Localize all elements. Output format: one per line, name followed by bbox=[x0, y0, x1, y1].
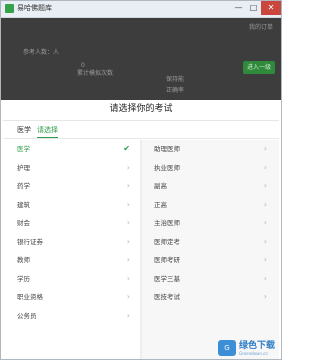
chevron-right-icon: › bbox=[126, 199, 130, 209]
chevron-right-icon: › bbox=[126, 218, 130, 227]
watermark-text: 绿色下载 Greendown.cn bbox=[239, 341, 275, 356]
category-label: 银行证券 bbox=[17, 237, 43, 246]
exam-label: 执业医师 bbox=[154, 163, 180, 172]
chevron-right-icon: › bbox=[126, 310, 130, 320]
exam-item-physician-assessment[interactable]: 医师定考 › bbox=[142, 233, 279, 252]
exam-item-attending-physician[interactable]: 主治医师 › bbox=[142, 214, 279, 233]
exam-selector-dialog: 请选择你的考试 医学 请选择 医学 ✔ 护理 › 药学 › 建筑 › 财会 › … bbox=[3, 100, 279, 359]
chevron-right-icon: › bbox=[263, 162, 267, 172]
exam-item-medical-three-basics[interactable]: 医学三基 › bbox=[142, 270, 279, 289]
exam-item-associate-senior[interactable]: 副高 › bbox=[142, 177, 279, 196]
category-label: 建筑 bbox=[17, 200, 30, 209]
divider bbox=[3, 138, 279, 139]
category-item-banking[interactable]: 银行证券 › bbox=[3, 233, 140, 252]
exam-item-senior[interactable]: 正高 › bbox=[142, 196, 279, 215]
category-label: 教师 bbox=[17, 256, 30, 264]
simulation-count-value: 0 bbox=[81, 62, 85, 69]
category-item-medicine[interactable]: 医学 ✔ bbox=[3, 140, 140, 159]
exam-label: 医技考试 bbox=[154, 293, 180, 301]
category-item-construction[interactable]: 建筑 › bbox=[3, 196, 140, 215]
divider bbox=[3, 120, 279, 121]
chevron-right-icon: › bbox=[263, 292, 267, 301]
chevron-right-icon: › bbox=[263, 273, 267, 283]
category-item-teacher[interactable]: 教师 › bbox=[3, 251, 140, 270]
ability-label: 保持能 bbox=[166, 76, 185, 83]
category-label: 学历 bbox=[17, 274, 30, 283]
exam-list: 助理医师 › 执业医师 › 副高 › 正高 › 主治医师 › 医师定考 › 医师… bbox=[142, 140, 279, 359]
exam-item-assistant-physician[interactable]: 助理医师 › bbox=[142, 140, 279, 159]
chevron-right-icon: › bbox=[126, 273, 130, 283]
chevron-right-icon: › bbox=[126, 255, 130, 264]
chevron-right-icon: › bbox=[126, 236, 130, 246]
enter-button: 进入一级 bbox=[243, 61, 275, 74]
category-label: 职业资格 bbox=[17, 293, 43, 301]
exam-label: 医学三基 bbox=[154, 274, 180, 283]
category-item-civil-service[interactable]: 公务员 › bbox=[3, 307, 140, 326]
category-label: 财会 bbox=[17, 219, 30, 227]
my-orders-link: 我的订单 bbox=[248, 24, 273, 31]
watermark-logo-icon: G bbox=[217, 340, 236, 356]
exam-item-licensed-physician[interactable]: 执业医师 › bbox=[142, 159, 279, 178]
exam-item-medical-technician[interactable]: 医技考试 › bbox=[142, 288, 279, 307]
category-label: 药学 bbox=[17, 182, 30, 190]
category-item-degree[interactable]: 学历 › bbox=[3, 270, 140, 289]
tab-medicine[interactable]: 医学 bbox=[17, 125, 31, 138]
category-label: 护理 bbox=[17, 163, 30, 172]
watermark-title: 绿色下载 bbox=[238, 340, 275, 351]
category-item-pharmacy[interactable]: 药学 › bbox=[3, 177, 140, 196]
title-bar: 易哈佛题库 — □ ✕ bbox=[1, 1, 281, 18]
category-item-accounting[interactable]: 财会 › bbox=[3, 214, 140, 233]
exam-label: 副高 bbox=[154, 182, 167, 190]
exam-item-physician-postgraduate[interactable]: 医师考研 › bbox=[142, 251, 279, 270]
exam-label: 主治医师 bbox=[154, 219, 180, 227]
chevron-right-icon: › bbox=[263, 144, 267, 153]
category-item-qualification[interactable]: 职业资格 › bbox=[3, 288, 140, 307]
category-item-nursing[interactable]: 护理 › bbox=[3, 159, 140, 178]
window-controls: — □ ✕ bbox=[231, 1, 281, 15]
exam-label: 医师考研 bbox=[154, 256, 180, 264]
maximize-button[interactable]: □ bbox=[246, 1, 261, 15]
participant-count-label: 参考人数：人 bbox=[23, 49, 60, 56]
chevron-right-icon: › bbox=[126, 181, 130, 190]
dimmed-background: 我的订单 参考人数：人 0 累计模拟次数 进入一级 保持能 正确率 bbox=[1, 18, 281, 100]
chevron-right-icon: › bbox=[263, 199, 267, 209]
app-window: 易哈佛题库 — □ ✕ 我的订单 参考人数：人 0 累计模拟次数 进入一级 保持… bbox=[0, 0, 282, 360]
chevron-right-icon: › bbox=[263, 255, 267, 264]
check-icon: ✔ bbox=[123, 144, 130, 153]
exam-label: 正高 bbox=[154, 200, 167, 209]
watermark-subtitle: Greendown.cn bbox=[238, 350, 268, 356]
tab-please-select[interactable]: 请选择 bbox=[37, 125, 58, 138]
chevron-right-icon: › bbox=[263, 236, 267, 246]
close-button[interactable]: ✕ bbox=[261, 1, 281, 15]
chevron-right-icon: › bbox=[263, 218, 267, 227]
exam-label: 医师定考 bbox=[154, 237, 180, 246]
chevron-right-icon: › bbox=[126, 162, 130, 172]
minimize-button[interactable]: — bbox=[231, 1, 246, 15]
category-label: 公务员 bbox=[17, 311, 37, 320]
dialog-title: 请选择你的考试 bbox=[109, 104, 173, 114]
simulation-count-label: 累计模拟次数 bbox=[77, 70, 114, 77]
category-list: 医学 ✔ 护理 › 药学 › 建筑 › 财会 › 银行证券 › 教师 › 学历 … bbox=[3, 140, 140, 325]
accuracy-label: 正确率 bbox=[166, 87, 185, 94]
chevron-right-icon: › bbox=[126, 292, 130, 301]
exam-label: 助理医师 bbox=[154, 145, 180, 153]
app-logo-icon bbox=[5, 4, 14, 13]
category-label: 医学 bbox=[17, 145, 30, 153]
selection-tabs: 医学 请选择 bbox=[17, 125, 58, 138]
site-watermark: G 绿色下载 Greendown.cn bbox=[217, 340, 275, 356]
chevron-right-icon: › bbox=[263, 181, 267, 190]
window-title: 易哈佛题库 bbox=[17, 4, 52, 12]
